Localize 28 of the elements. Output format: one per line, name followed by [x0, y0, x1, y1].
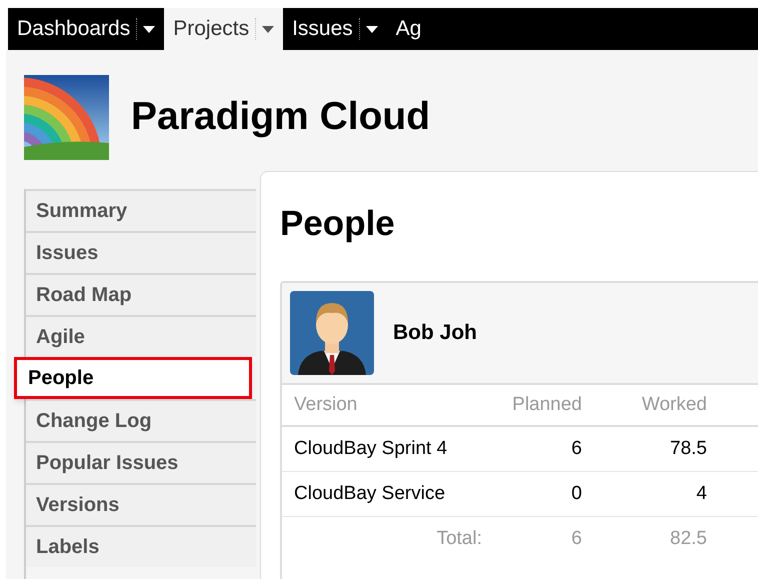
sidebar-item[interactable]: Road Map [26, 273, 256, 315]
sidebar-item[interactable]: Versions [26, 483, 256, 525]
table-cell-text: 6 [570, 436, 582, 461]
page-title: People [280, 203, 396, 245]
caret-icon [366, 26, 378, 32]
total-worked: 82.5 [669, 526, 707, 551]
table-cell-text: CloudBay Sprint 4 [293, 436, 448, 461]
column-header: Planned [511, 392, 582, 417]
column-header: Worked [640, 392, 707, 417]
sidebar-item[interactable]: Summary [26, 189, 256, 231]
table-cell-text: CloudBay Service [293, 482, 446, 506]
total-label: Total: [436, 526, 482, 551]
sidebar-item[interactable]: Change Log [26, 399, 256, 441]
total-planned: 6 [570, 526, 582, 551]
nav-tab[interactable]: Projects [164, 8, 284, 50]
sidebar-item[interactable]: Agile [26, 315, 256, 357]
caret-icon [143, 26, 156, 32]
caret-icon [262, 26, 274, 32]
project-title: Paradigm Cloud [131, 94, 430, 140]
sidebar-item[interactable]: Popular Issues [26, 441, 256, 483]
sidebar-item[interactable]: Labels [26, 525, 256, 567]
column-header: Version [293, 392, 358, 417]
sidebar-item[interactable]: People [14, 357, 252, 399]
table-cell-text: 4 [695, 482, 707, 506]
sidebar-item[interactable]: Issues [26, 231, 256, 273]
table-cell-text: 78.5 [669, 436, 707, 461]
person-name: Bob Joh [393, 320, 477, 346]
table-cell-text: 0 [570, 482, 582, 506]
